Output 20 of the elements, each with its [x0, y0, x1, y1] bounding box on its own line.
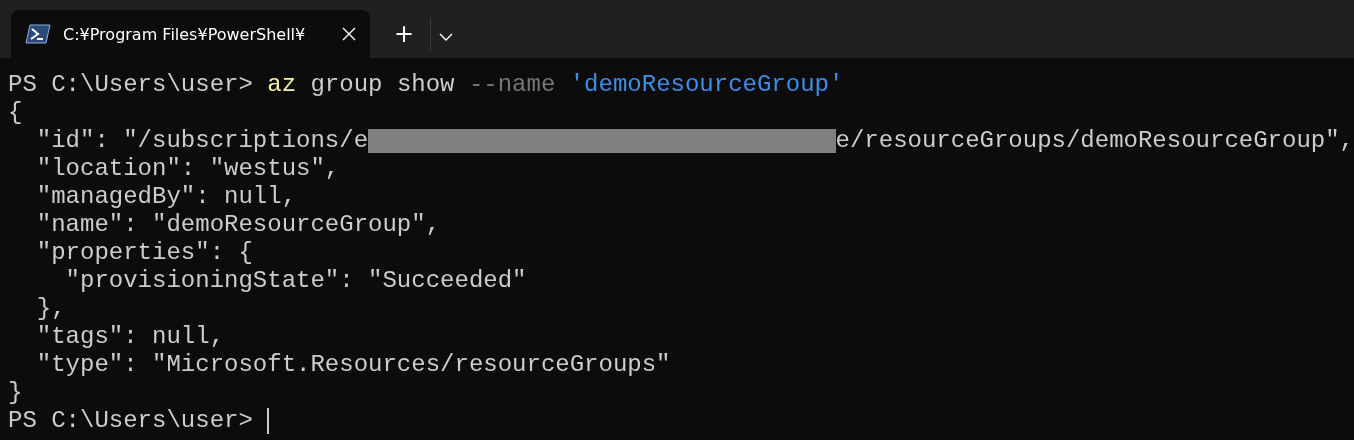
terminal-line: "properties": {: [35, 239, 254, 267]
terminal-line: PS C:\Users\user> az group show --name 'demoResourceGroup': [8, 71, 845, 99]
terminal-text: e/resourceGroups/demoResourceGroup",: [835, 127, 1354, 155]
text-cursor: [267, 408, 270, 434]
terminal-line: "provisioningState": "Succeeded": [64, 267, 528, 295]
terminal-line: "managedBy": null,: [35, 183, 298, 211]
terminal-line: "tags": null,: [35, 323, 226, 351]
terminal-line: "location": "westus",: [35, 155, 341, 183]
terminal-line: "name": "demoResourceGroup",: [35, 211, 442, 239]
terminal-text: PS C:\Users\user>: [8, 407, 254, 435]
terminal-prompt-icon: [25, 24, 51, 44]
terminal-line: {: [8, 99, 24, 127]
new-tab-button[interactable]: +: [388, 20, 421, 48]
chevron-down-icon[interactable]: [439, 32, 454, 42]
terminal-line: "type": "Microsoft.Resources/resourceGroups": [35, 351, 672, 379]
terminal-line: },: [35, 295, 67, 323]
terminal-text: "id": "/subscriptions/e: [35, 127, 369, 155]
close-icon[interactable]: [342, 27, 356, 41]
terminal-tab[interactable]: C:¥Program Files¥PowerShell¥: [11, 10, 370, 58]
terminal-line: }: [8, 379, 24, 407]
